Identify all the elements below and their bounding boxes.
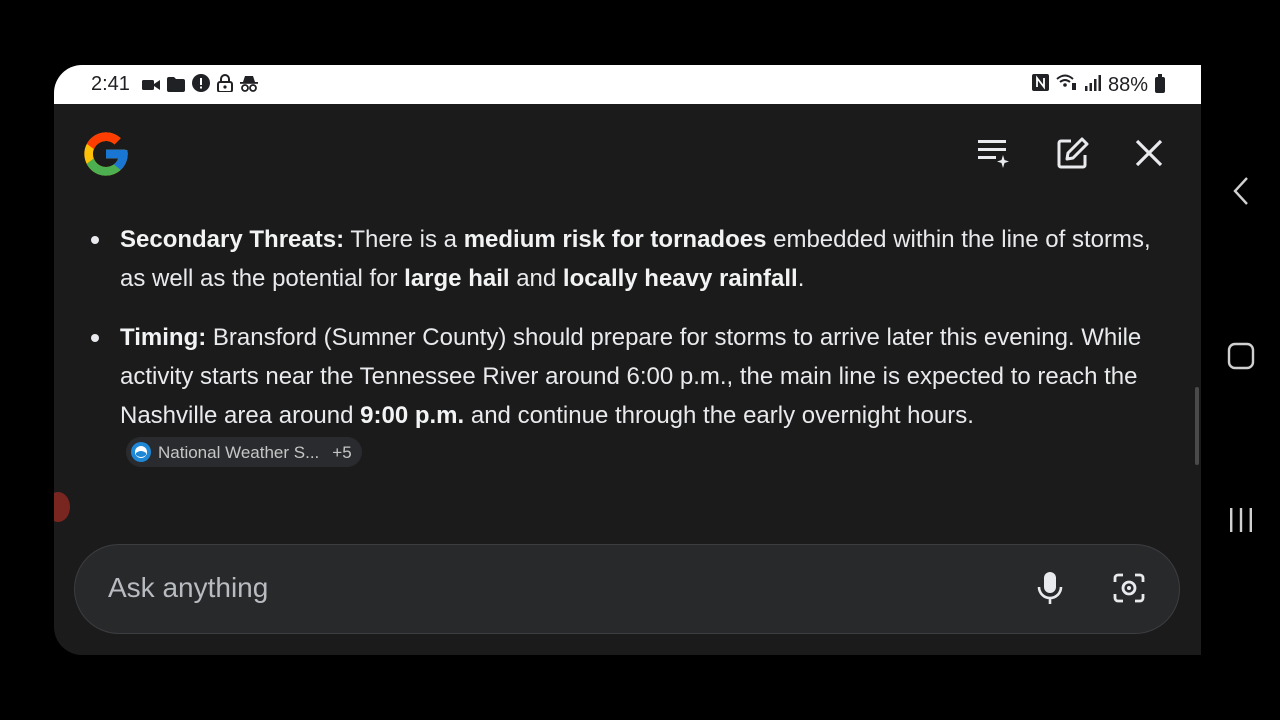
item-text: and continue through the early overnight… xyxy=(464,402,974,429)
bullet xyxy=(91,236,99,244)
lock-icon xyxy=(217,74,233,98)
scrollbar-thumb[interactable] xyxy=(1195,387,1199,465)
new-chat-icon xyxy=(1056,136,1090,175)
list-item-timing: Timing: Bransford (Sumner County) should… xyxy=(120,318,1160,474)
home-button[interactable] xyxy=(1223,340,1259,376)
list-item-secondary-threats: Secondary Threats: There is a medium ris… xyxy=(120,220,1160,298)
incognito-icon xyxy=(240,75,258,98)
item-bold: large hail xyxy=(404,265,510,292)
item-text: . xyxy=(797,265,805,292)
app-window: 2:41 88% Secondary Threats: There is a m… xyxy=(54,65,1201,655)
source-chip[interactable]: National Weather S... +5 xyxy=(126,437,362,467)
battery-percent: 88% xyxy=(1107,73,1148,96)
voice-button[interactable] xyxy=(1027,567,1073,613)
source-chip-count: +5 xyxy=(332,442,352,462)
battery-icon xyxy=(1155,74,1165,93)
item-bold: 9:00 p.m. xyxy=(360,402,465,429)
google-logo xyxy=(80,128,132,180)
wifi-calling-icon xyxy=(1056,73,1078,97)
alert-icon xyxy=(192,74,210,98)
lens-camera-icon xyxy=(1112,572,1146,609)
ask-input[interactable]: Ask anything xyxy=(108,572,268,604)
chevron-left-icon xyxy=(1232,176,1250,211)
status-right: 88% xyxy=(1031,73,1165,97)
back-button[interactable] xyxy=(1223,175,1259,211)
status-time: 2:41 xyxy=(91,73,130,95)
close-button[interactable] xyxy=(1129,135,1169,175)
home-square-icon xyxy=(1227,342,1255,375)
item-text: and xyxy=(509,265,563,292)
system-nav-bar xyxy=(1201,65,1280,655)
source-chip-label: National Weather S... xyxy=(158,442,320,462)
bullet xyxy=(91,334,99,342)
item-label: Timing: xyxy=(120,324,207,351)
signal-icon xyxy=(1084,74,1101,97)
header xyxy=(54,104,1201,204)
recents-button[interactable] xyxy=(1223,504,1259,540)
new-chat-button[interactable] xyxy=(1053,135,1093,175)
item-bold: medium risk for tornadoes xyxy=(463,226,767,253)
folder-icon xyxy=(167,75,185,98)
ask-input-bar[interactable]: Ask anything xyxy=(74,544,1180,634)
status-left-icons xyxy=(142,74,258,98)
status-bar: 2:41 88% xyxy=(54,65,1201,104)
lens-button[interactable] xyxy=(1106,567,1152,613)
item-bold: locally heavy rainfall xyxy=(562,265,798,292)
noaa-icon xyxy=(131,442,151,462)
microphone-icon xyxy=(1036,571,1064,610)
recents-icon xyxy=(1227,506,1255,539)
recording-indicator xyxy=(54,492,70,522)
item-text: There is a xyxy=(344,226,464,253)
history-icon xyxy=(976,136,1012,175)
history-button[interactable] xyxy=(974,135,1014,175)
video-icon xyxy=(142,75,160,98)
item-label: Secondary Threats: xyxy=(120,226,345,253)
close-icon xyxy=(1134,138,1164,173)
nfc-icon xyxy=(1031,73,1049,97)
